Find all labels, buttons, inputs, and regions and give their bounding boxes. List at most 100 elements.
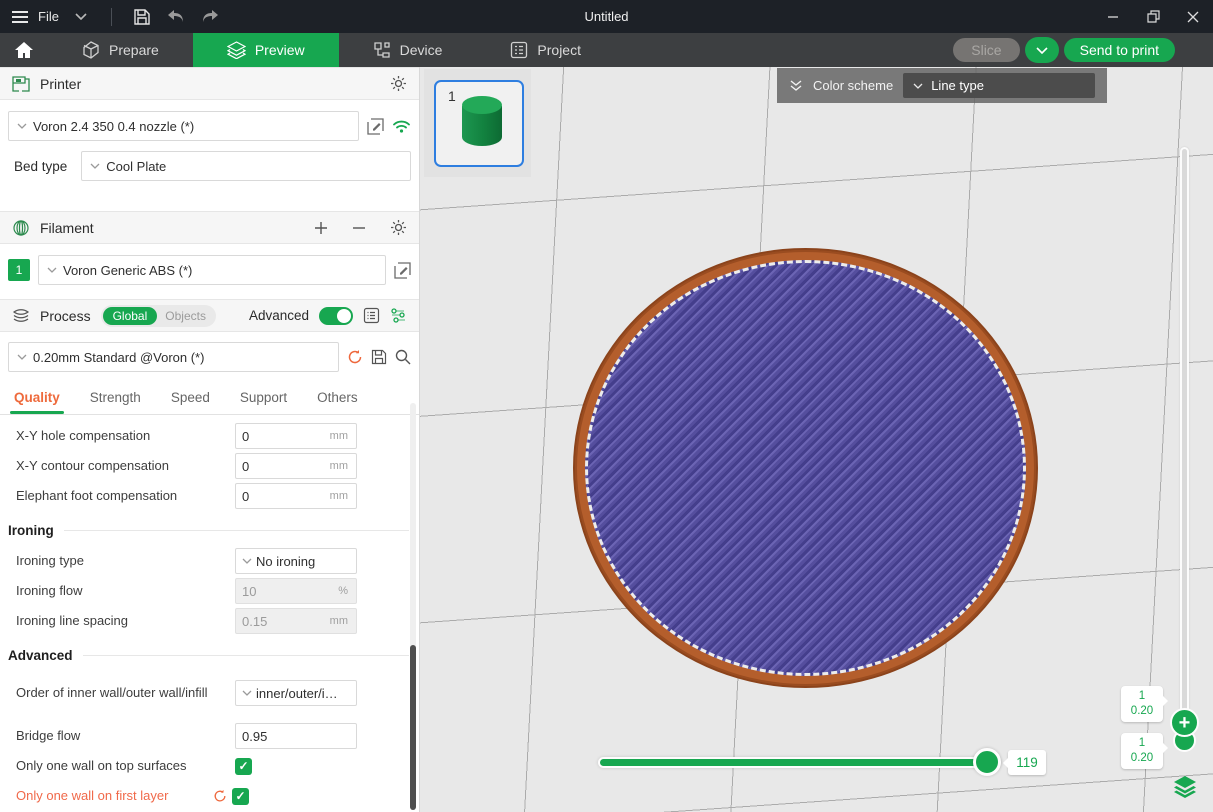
chevron-down-icon [17,123,27,129]
tab-device[interactable]: Device [339,33,477,67]
process-icon [12,308,30,323]
title-bar: File Untitled [0,0,1213,33]
object-number: 1 [448,88,456,104]
sliced-layer-infill [585,260,1026,676]
save-button[interactable] [130,5,154,29]
wifi-icon[interactable] [392,119,411,134]
process-section-title: Process [40,308,91,324]
redo-button[interactable] [198,5,222,29]
cube-icon [82,41,100,59]
scope-global[interactable]: Global [103,307,158,325]
setting-row: Only one wall on top surfaces ✓ [0,751,419,781]
tab-speed[interactable]: Speed [171,382,210,414]
layer-slider-upper-handle[interactable]: + [1170,708,1199,737]
filament-section-title: Filament [40,220,94,236]
printer-settings-gear-icon[interactable] [390,75,407,92]
hamburger-menu-icon[interactable] [12,11,28,23]
ironing-type-select[interactable]: No ironing [235,548,357,574]
chevron-down-icon [1036,47,1048,54]
tab-preview[interactable]: Preview [193,33,339,67]
sliced-layer-outer-wall [573,248,1038,688]
setting-row: Ironing line spacing mm [0,606,419,636]
maximize-button[interactable] [1133,0,1173,33]
setting-row: Only one wall on first layer ✓ [0,781,419,811]
filament-settings-gear-icon[interactable] [390,219,407,236]
one-wall-first-layer-checkbox[interactable]: ✓ [232,788,249,805]
line-type-select[interactable]: Line type [903,73,1095,98]
tab-quality[interactable]: Quality [14,382,60,414]
tab-project[interactable]: Project [476,33,615,67]
process-section-header: Process Global Objects Advanced [0,299,419,332]
setting-row: Ironing flow % [0,576,419,606]
slice-button[interactable]: Slice [953,38,1019,62]
device-icon [373,41,391,59]
elephant-foot-compensation-input[interactable]: mm [235,483,357,509]
setting-row: Bridge flow [0,721,419,751]
edit-printer-preset-icon[interactable] [367,118,384,135]
tab-strength[interactable]: Strength [90,382,141,414]
wall-order-select[interactable]: inner/outer/i… [235,680,357,706]
xy-hole-compensation-input[interactable]: mm [235,423,357,449]
remove-filament-button[interactable] [352,221,366,235]
project-icon [510,41,528,59]
advanced-toggle[interactable] [319,307,353,325]
layer-slider-upper-tooltip: 1 0.20 [1121,686,1163,722]
file-menu[interactable]: File [38,9,59,24]
file-menu-chevron-down-icon[interactable] [69,5,93,29]
settings-sidebar: Printer Voron 2.4 350 0.4 nozzle (*) Bed… [0,67,420,812]
preview-3d-viewport[interactable]: 1 Color scheme Line type 119 [420,67,1213,812]
color-scheme-label: Color scheme [813,78,893,93]
advanced-label: Advanced [249,308,309,323]
chevron-down-icon [242,558,252,564]
setting-row: Ironing type No ironing [0,546,419,576]
tune-parameters-icon[interactable] [390,307,407,324]
filament-slot-badge[interactable]: 1 [8,259,30,281]
sidebar-scrollbar-thumb[interactable] [410,645,416,810]
plate-thumbnail-zone: 1 [424,69,531,177]
send-options-button[interactable] [1025,37,1059,63]
send-to-print-button[interactable]: Send to print [1064,38,1175,62]
process-tab-bar: Quality Strength Speed Support Others [0,380,419,415]
minimize-button[interactable] [1093,0,1133,33]
object-thumbnail[interactable]: 1 [434,80,524,167]
collapse-double-chevron-icon[interactable] [789,80,803,92]
process-preset-select[interactable]: 0.20mm Standard @Voron (*) [8,342,339,372]
reset-modified-value-icon[interactable] [213,789,227,803]
chevron-down-icon [242,690,252,696]
process-scope-toggle[interactable]: Global Objects [101,305,216,327]
horizontal-move-slider-track[interactable] [598,757,1001,768]
undo-button[interactable] [164,5,188,29]
printer-preset-select[interactable]: Voron 2.4 350 0.4 nozzle (*) [8,111,359,141]
search-settings-icon[interactable] [395,349,411,365]
ironing-group-header: Ironing [0,511,419,546]
xy-contour-compensation-input[interactable]: mm [235,453,357,479]
printer-section-header: Printer [0,67,419,100]
advanced-group-header: Advanced [0,636,419,671]
setting-row: Elephant foot compensation mm [0,481,419,511]
cylinder-object-preview [462,96,502,152]
home-button[interactable] [0,33,48,67]
filament-preset-select[interactable]: Voron Generic ABS (*) [38,255,386,285]
ironing-line-spacing-input: mm [235,608,357,634]
printer-section-title: Printer [40,76,81,92]
edit-filament-preset-icon[interactable] [394,262,411,279]
horizontal-move-slider-thumb[interactable] [973,748,1001,776]
setting-row: Order of inner wall/outer wall/infill in… [0,671,419,715]
save-preset-icon[interactable] [371,349,387,365]
reset-preset-icon[interactable] [347,349,363,365]
tab-prepare[interactable]: Prepare [48,33,193,67]
layer-slider-track[interactable] [1180,147,1189,724]
filament-section-header: Filament [0,211,419,244]
one-wall-top-checkbox[interactable]: ✓ [235,758,252,775]
filament-icon [12,220,30,236]
chevron-down-icon [913,83,923,89]
add-filament-button[interactable] [314,221,328,235]
layer-stack-icon[interactable] [1171,773,1199,801]
tab-support[interactable]: Support [240,382,287,414]
tab-others[interactable]: Others [317,382,358,414]
close-button[interactable] [1173,0,1213,33]
setting-list-icon[interactable] [363,307,380,324]
scope-objects[interactable]: Objects [157,307,214,325]
bed-type-select[interactable]: Cool Plate [81,151,411,181]
bridge-flow-input[interactable] [235,723,357,749]
